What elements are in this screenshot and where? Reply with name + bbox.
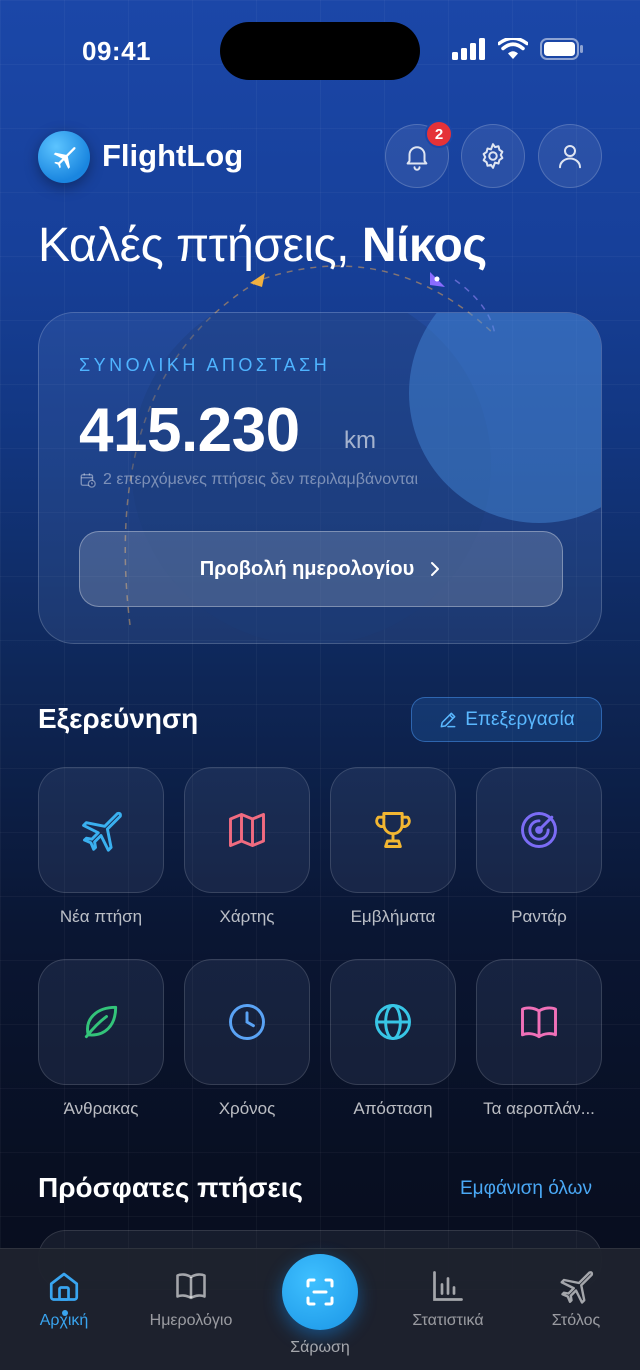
tab-home[interactable]: Αρχική [4,1266,124,1330]
wifi-icon [498,38,528,59]
tile-time-label: Χρόνος [218,1099,276,1118]
upcoming-flights-note: 2 επερχόμενες πτήσεις δεν περιλαμβάνοντα… [79,471,418,489]
bar-chart-icon [433,1271,463,1301]
tile-time[interactable] [184,959,310,1085]
tab-scan-label: Σάρωση [290,1339,350,1356]
tile-map[interactable] [184,767,310,893]
trophy-icon [375,812,411,848]
tab-stats-label: Στατιστικά [412,1312,484,1329]
total-distance-card: ΣΥΝΟΛΙΚΗ ΑΠΟΣΤΑΣΗ 415.230 km 2 επερχόμεν… [38,312,602,644]
distance-unit: km [344,427,376,454]
tile-badges-label: Εμβλήματα [350,907,436,926]
tile-radar-label: Ραντάρ [511,907,567,926]
book-open-icon [176,1273,206,1300]
dynamic-island [220,22,420,80]
leaf-icon [84,1005,118,1039]
see-all-link[interactable]: Εμφάνιση όλων [460,1178,592,1200]
tile-distance[interactable] [330,959,456,1085]
pencil-icon [440,712,456,727]
active-tab-indicator [62,1310,68,1316]
bell-icon [406,146,428,171]
plane-tab-icon [560,1271,594,1304]
tile-map-label: Χάρτης [219,907,275,926]
upcoming-flights-text: 2 επερχόμενες πτήσεις δεν περιλαμβάνοντα… [103,471,419,488]
user-icon [559,145,581,169]
background-grid [0,0,640,1370]
explore-title: Εξερεύνηση [38,703,199,734]
tab-fleet-label: Στόλος [551,1312,601,1329]
app-logo [38,131,90,183]
edit-label: Επεξεργασία [465,708,575,730]
map-icon [229,812,265,848]
clock-icon [229,1004,265,1040]
distance-value: 415.230 [79,396,300,465]
gear-icon [482,143,504,169]
notification-badge: 2 [425,120,453,148]
distance-label: ΣΥΝΟΛΙΚΗ ΑΠΟΣΤΑΣΗ [79,355,331,375]
tab-fleet[interactable]: Στόλος [516,1266,636,1330]
view-logbook-button[interactable]: Προβολή ημερολογίου [79,531,563,607]
radar-icon [521,812,557,848]
plane-logo-icon [53,147,76,169]
plane-icon [82,811,122,852]
status-icons [452,38,584,60]
tile-carbon[interactable] [38,959,164,1085]
app-title: FlightLog [102,138,244,173]
tile-new-flight[interactable] [38,767,164,893]
tile-distance-label: Απόσταση [353,1099,433,1118]
battery-icon [540,38,583,60]
tile-aircraft[interactable] [476,959,602,1085]
edit-button[interactable]: Επεξεργασία [411,697,602,742]
tile-badges[interactable] [330,767,456,893]
home-icon [49,1272,79,1301]
globe-icon [375,1004,411,1040]
tile-aircraft-label: Τα αεροπλάν... [483,1099,595,1118]
scan-button[interactable] [282,1254,358,1330]
scan-icon [306,1278,334,1306]
view-logbook-label: Προβολή ημερολογίου [199,557,415,580]
calendar-clock-icon [80,473,96,488]
tab-logbook-label: Ημερολόγιο [149,1312,233,1329]
tab-logbook[interactable]: Ημερολόγιο [131,1266,251,1330]
tile-new-flight-label: Νέα πτήση [59,907,143,926]
profile-button[interactable] [538,124,602,188]
recent-flights-title: Πρόσφατες πτήσεις [38,1172,303,1203]
signal-icon [452,38,485,60]
tile-radar[interactable] [476,767,602,893]
book-icon [521,1006,557,1039]
settings-button[interactable] [461,124,525,188]
tab-stats[interactable]: Στατιστικά [388,1266,508,1330]
chevron-right-icon [431,562,440,576]
status-time: 09:41 [82,36,151,66]
tile-carbon-label: Άνθρακας [63,1099,139,1118]
